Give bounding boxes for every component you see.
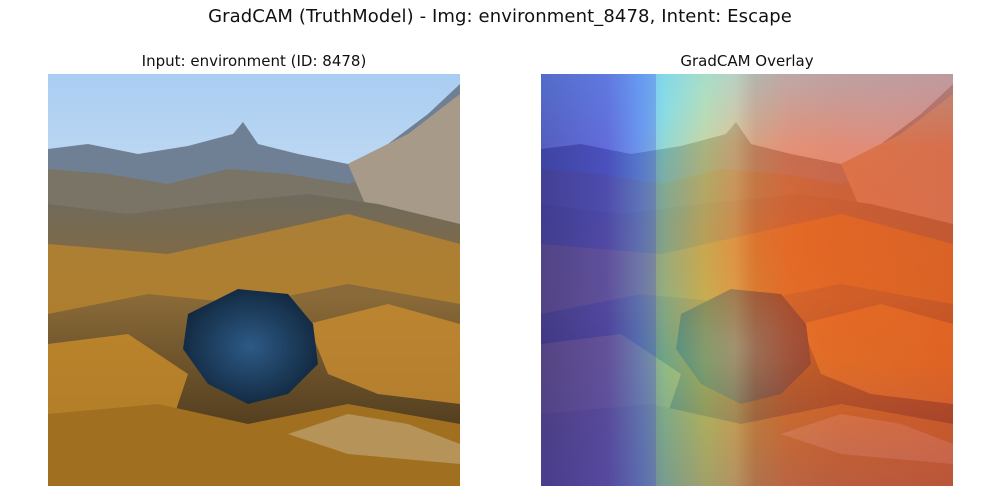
heatmap-cold-region xyxy=(541,74,657,486)
overlay-panel-title: GradCAM Overlay xyxy=(680,52,814,70)
landscape-illustration xyxy=(48,74,460,486)
gradcam-overlay-image xyxy=(541,74,953,486)
figure-title: GradCAM (TruthModel) - Img: environment_… xyxy=(208,6,792,27)
input-panel-title: Input: environment (ID: 8478) xyxy=(141,52,367,70)
input-panel: Input: environment (ID: 8478) xyxy=(48,50,460,486)
input-image xyxy=(48,74,460,486)
overlay-panel: GradCAM Overlay xyxy=(541,50,953,486)
